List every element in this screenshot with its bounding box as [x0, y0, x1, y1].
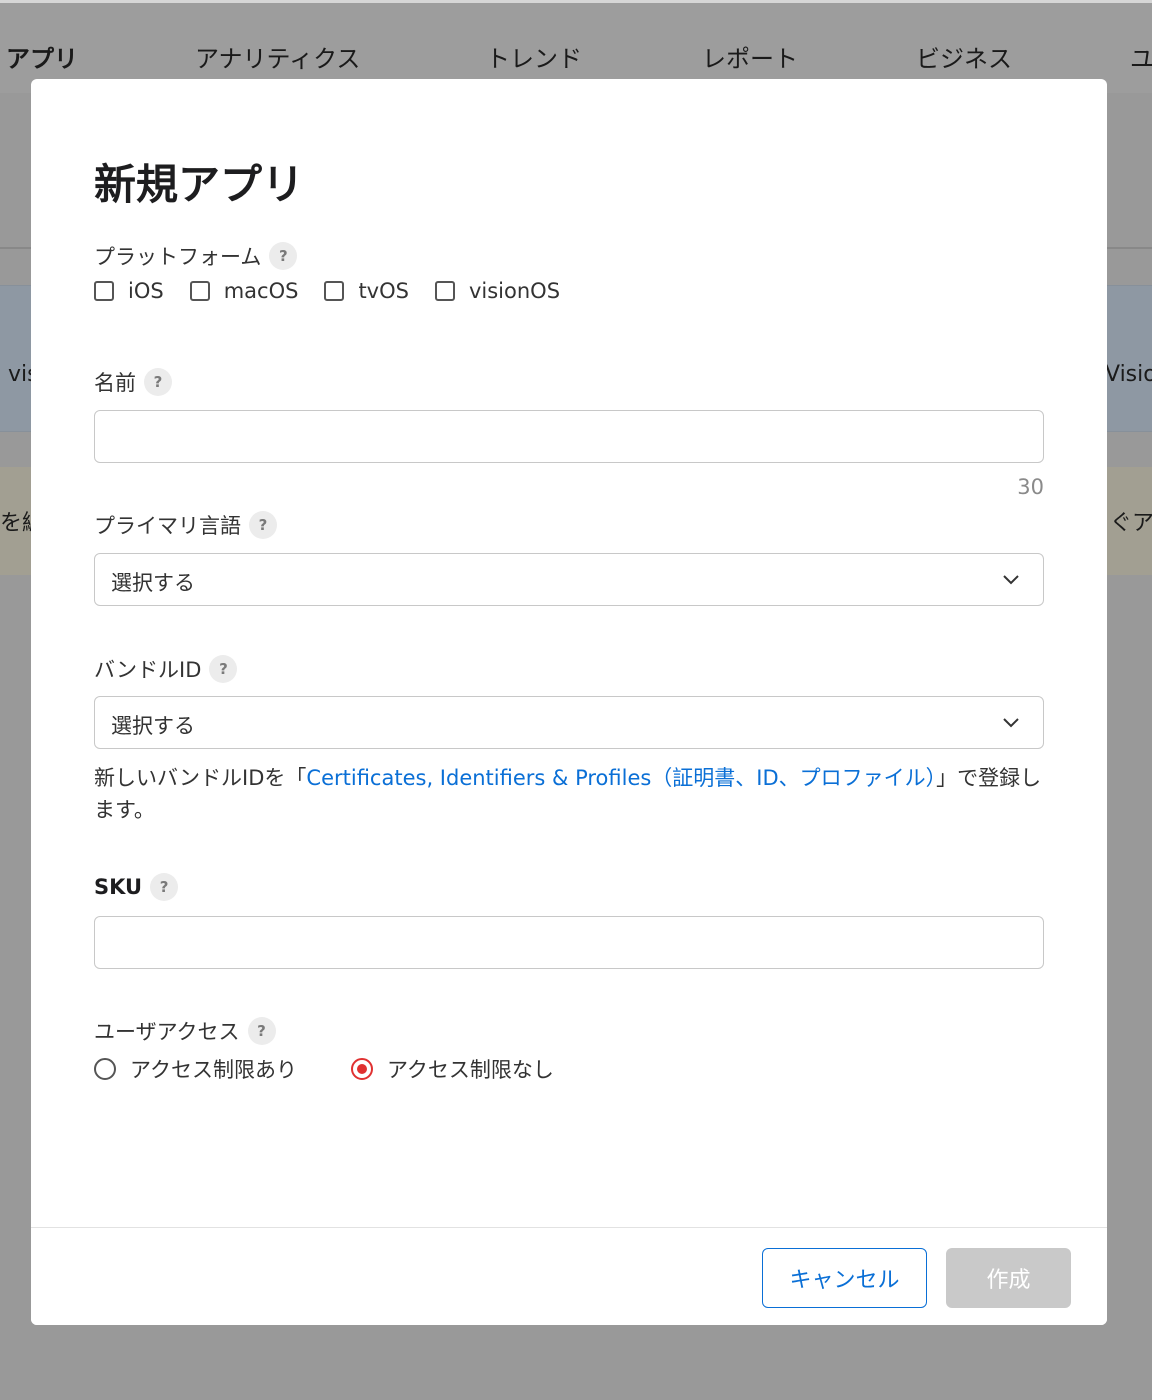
- bundle-id-label-row: バンドルID ?: [94, 654, 238, 684]
- help-icon[interactable]: ?: [249, 511, 277, 539]
- primary-language-selected: 選択する: [111, 571, 195, 595]
- dialog-footer: キャンセル 作成: [31, 1227, 1107, 1325]
- name-label: 名前: [94, 371, 136, 395]
- radio-circle[interactable]: [94, 1058, 116, 1080]
- checkbox-macos[interactable]: macOS: [189, 279, 299, 303]
- nav-item-business[interactable]: ビジネス: [916, 39, 1012, 74]
- checkbox-ios[interactable]: iOS: [94, 279, 164, 303]
- checkbox-visionos[interactable]: visionOS: [434, 279, 561, 303]
- help-icon[interactable]: ?: [209, 655, 238, 683]
- cancel-button[interactable]: キャンセル: [762, 1248, 927, 1308]
- new-app-dialog: 新規アプリ プラットフォーム ? iOS macOS tvOS visionOS…: [31, 79, 1107, 1325]
- checkbox-box[interactable]: [189, 281, 210, 301]
- primary-language-label: プライマリ言語: [94, 514, 241, 538]
- background-fragment: ぐア: [1110, 511, 1152, 536]
- background-fragment: Visio: [1105, 362, 1152, 387]
- user-access-radios: アクセス制限あり アクセス制限なし: [94, 1054, 608, 1084]
- checkbox-label: visionOS: [468, 279, 561, 303]
- bundle-id-select[interactable]: 選択する: [94, 696, 1044, 749]
- primary-language-label-row: プライマリ言語 ?: [94, 510, 277, 540]
- name-label-row: 名前 ?: [94, 367, 172, 397]
- sku-input[interactable]: [94, 916, 1044, 969]
- checkbox-box[interactable]: [324, 281, 345, 301]
- checkbox-label: macOS: [223, 279, 299, 303]
- help-icon[interactable]: ?: [150, 873, 179, 901]
- create-button[interactable]: 作成: [946, 1248, 1071, 1308]
- radio-circle-selected[interactable]: [350, 1058, 373, 1080]
- bundle-id-label: バンドルID: [94, 658, 202, 682]
- platform-checkboxes: iOS macOS tvOS visionOS: [94, 279, 586, 303]
- nav-item-reports[interactable]: レポート: [702, 39, 798, 74]
- checkbox-tvos[interactable]: tvOS: [324, 279, 409, 303]
- checkbox-box[interactable]: [94, 281, 114, 301]
- nav-item-trends[interactable]: トレンド: [486, 39, 582, 74]
- platform-label: プラットフォーム: [94, 245, 262, 269]
- nav-item-analytics[interactable]: アナリティクス: [195, 39, 360, 74]
- name-character-counter: 30: [1017, 475, 1044, 499]
- sku-label-row: SKU ?: [94, 873, 179, 901]
- sku-label: SKU: [94, 875, 143, 899]
- help-icon[interactable]: ?: [269, 242, 298, 270]
- dialog-title: 新規アプリ: [94, 160, 305, 209]
- user-access-label-row: ユーザアクセス ?: [94, 1016, 276, 1046]
- nav-item-users[interactable]: ユ: [1130, 39, 1152, 74]
- radio-limited-access[interactable]: アクセス制限あり: [94, 1054, 297, 1084]
- nav-item-apps[interactable]: アプリ: [6, 39, 78, 74]
- chevron-down-icon: [1003, 718, 1019, 728]
- bundle-id-selected: 選択する: [111, 714, 195, 738]
- chevron-down-icon: [1003, 575, 1019, 585]
- help-icon[interactable]: ?: [247, 1017, 276, 1045]
- radio-label: アクセス制限あり: [130, 1058, 297, 1082]
- bundle-id-note-prefix: 新しいバンドルIDを「: [94, 766, 307, 790]
- user-access-label: ユーザアクセス: [94, 1020, 240, 1044]
- platform-label-row: プラットフォーム ?: [94, 241, 298, 271]
- checkbox-label: tvOS: [358, 279, 409, 303]
- radio-full-access[interactable]: アクセス制限なし: [350, 1054, 554, 1084]
- name-input[interactable]: [94, 410, 1044, 463]
- checkbox-label: iOS: [128, 279, 164, 303]
- radio-label: アクセス制限なし: [386, 1058, 554, 1082]
- certificates-link[interactable]: Certificates, Identifiers & Profiles（証明書…: [306, 766, 936, 790]
- primary-language-select[interactable]: 選択する: [94, 553, 1044, 606]
- help-icon[interactable]: ?: [144, 368, 172, 396]
- bundle-id-note: 新しいバンドルIDを「Certificates, Identifiers & P…: [94, 762, 1054, 826]
- checkbox-box[interactable]: [434, 281, 455, 301]
